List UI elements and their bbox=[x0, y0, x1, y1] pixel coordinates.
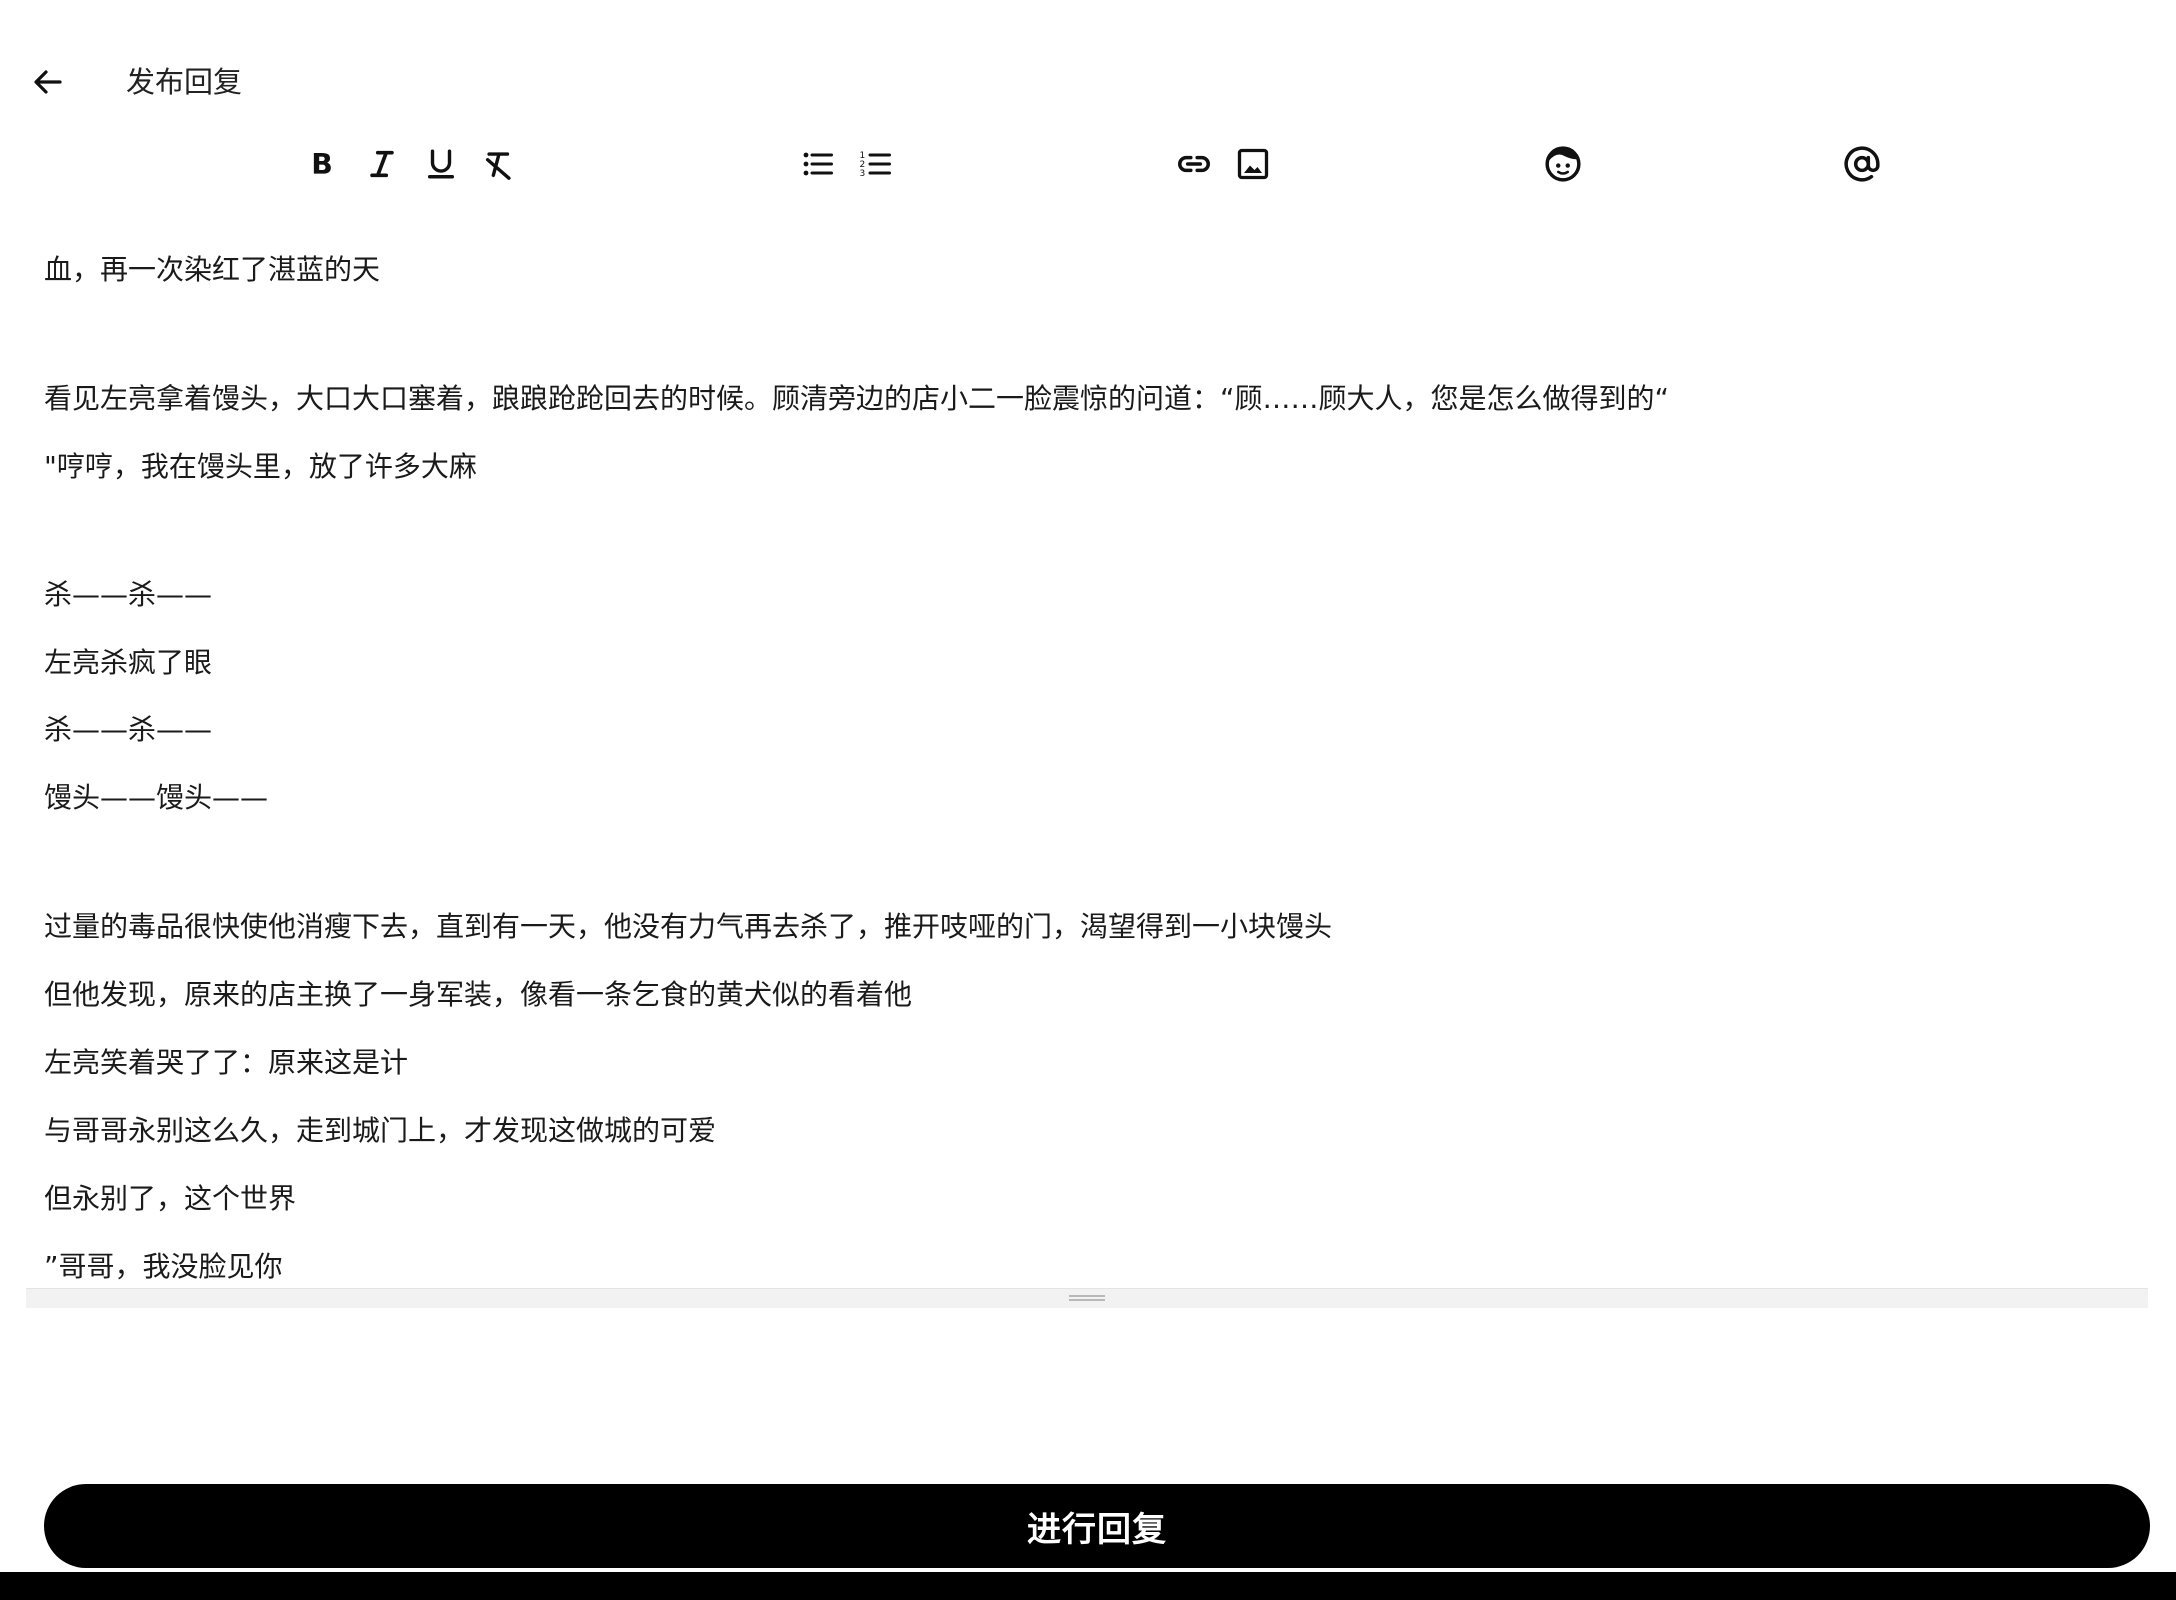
link-button[interactable] bbox=[1166, 136, 1222, 192]
italic-icon bbox=[370, 150, 394, 178]
bold-button[interactable]: B bbox=[294, 136, 350, 192]
svg-text:3: 3 bbox=[860, 169, 866, 179]
italic-button[interactable] bbox=[354, 136, 410, 192]
editor-paragraph: 左亮笑着哭了了：原来这是计 bbox=[44, 1046, 409, 1079]
link-icon bbox=[1178, 155, 1210, 173]
underline-icon bbox=[427, 149, 455, 179]
back-button[interactable] bbox=[26, 60, 70, 104]
numbered-list-icon: 1 2 3 bbox=[860, 151, 891, 179]
editor-paragraph: 但永别了，这个世界 bbox=[44, 1182, 297, 1215]
editor-paragraph: 左亮杀疯了眼 bbox=[44, 646, 213, 679]
underline-button[interactable] bbox=[413, 136, 469, 192]
clear-format-button[interactable] bbox=[471, 136, 527, 192]
submit-reply-button[interactable]: 进行回复 bbox=[44, 1484, 2150, 1568]
grip-icon bbox=[1069, 1295, 1105, 1303]
reply-editor-screen: 发布回复 B 1 2 3 血，再一次染红了湛蓝的天 看见左亮拿着馒头，大口大口塞… bbox=[0, 0, 2176, 1600]
editor-paragraph: 血，再一次染红了湛蓝的天 bbox=[44, 253, 381, 286]
at-icon bbox=[1844, 146, 1880, 182]
editor-paragraph: 看见左亮拿着馒头，大口大口塞着，踉踉跄跄回去的时候。顾清旁边的店小二一脸震惊的问… bbox=[44, 382, 1670, 415]
bold-icon: B bbox=[311, 148, 333, 181]
arrow-left-icon bbox=[34, 70, 62, 94]
svg-text:B: B bbox=[311, 148, 333, 181]
editor-paragraph: "哼哼，我在馒头里，放了许多大麻 bbox=[44, 450, 477, 483]
editor-paragraph: 馒头——馒头—— bbox=[44, 781, 269, 814]
numbered-list-button[interactable]: 1 2 3 bbox=[848, 136, 904, 192]
editor-paragraph: 过量的毒品很快使他消瘦下去，直到有一天，他没有力气再去杀了，推开吱哑的门，渴望得… bbox=[44, 910, 1333, 943]
reply-text-editor[interactable]: 血，再一次染红了湛蓝的天 看见左亮拿着馒头，大口大口塞着，踉踉跄跄回去的时候。顾… bbox=[26, 228, 2148, 1288]
system-nav-bar bbox=[0, 1572, 2176, 1600]
image-icon bbox=[1237, 148, 1269, 180]
emoji-button[interactable] bbox=[1535, 136, 1591, 192]
page-title: 发布回复 bbox=[126, 65, 243, 99]
emoji-icon bbox=[1545, 146, 1581, 182]
clear-format-icon bbox=[485, 152, 511, 180]
editor-paragraph: 但他发现，原来的店主换了一身军装，像看一条乞食的黄犬似的看着他 bbox=[44, 978, 913, 1011]
bullet-list-icon bbox=[803, 152, 833, 176]
formatting-toolbar: B 1 2 3 bbox=[0, 136, 2176, 192]
editor-paragraph: 杀——杀—— bbox=[44, 713, 213, 746]
top-bar: 发布回复 bbox=[0, 40, 2176, 124]
image-button[interactable] bbox=[1225, 136, 1281, 192]
editor-paragraph: 与哥哥永别这么久，走到城门上，才发现这做城的可爱 bbox=[44, 1114, 717, 1147]
bullet-list-button[interactable] bbox=[790, 136, 846, 192]
mention-button[interactable] bbox=[1834, 136, 1890, 192]
editor-resize-handle[interactable] bbox=[26, 1288, 2148, 1308]
editor-paragraph: 杀——杀—— bbox=[44, 578, 213, 611]
editor-paragraph: ”哥哥，我没脸见你 bbox=[44, 1250, 283, 1283]
